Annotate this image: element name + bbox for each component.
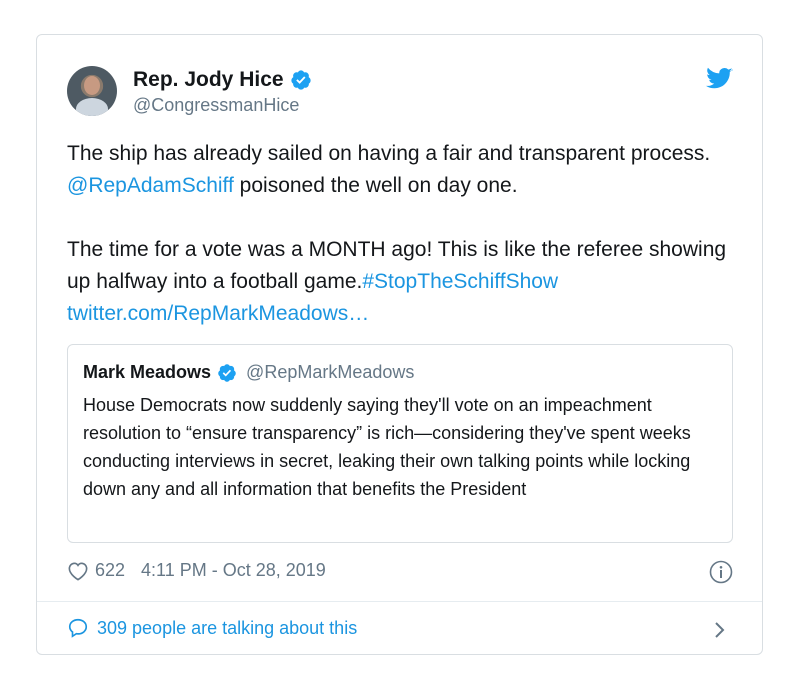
tweet-text-part: The ship has already sailed on having a … (67, 142, 711, 165)
tweet-text: The ship has already sailed on having a … (67, 138, 737, 330)
tweet-embed-card[interactable]: Rep. Jody Hice @CongressmanHice The ship… (36, 34, 763, 655)
heart-icon[interactable] (67, 561, 89, 581)
mention-link[interactable]: @RepAdamSchiff (67, 174, 234, 197)
twitter-bird-icon[interactable] (706, 67, 733, 91)
tweet-text-part: poisoned the well on day one. (233, 174, 518, 197)
chevron-right-icon[interactable] (713, 619, 727, 641)
avatar-head (84, 76, 100, 95)
author-handle[interactable]: @CongressmanHice (133, 95, 299, 116)
author-avatar[interactable] (67, 66, 117, 116)
verified-badge-icon (290, 69, 312, 91)
verified-badge-icon (217, 363, 237, 383)
quoted-author-name[interactable]: Mark Meadows (83, 362, 211, 383)
tweet-timestamp[interactable]: 4:11 PM - Oct 28, 2019 (141, 560, 326, 581)
author-name-row[interactable]: Rep. Jody Hice (133, 68, 312, 92)
hashtag-link[interactable]: #StopTheSchiffShow (362, 270, 558, 293)
quoted-tweet-text: House Democrats now suddenly saying they… (83, 395, 691, 499)
speech-bubble-icon (68, 618, 88, 638)
quoted-author-handle[interactable]: @RepMarkMeadows (246, 362, 414, 383)
conversation-count-text[interactable]: 309 people are talking about this (97, 618, 357, 639)
quoted-tweet[interactable]: Mark Meadows @RepMarkMeadows House Democ… (67, 344, 733, 543)
quoted-tweet-url-link[interactable]: twitter.com/RepMarkMeadows… (67, 302, 369, 325)
footer-divider (37, 601, 762, 602)
author-name[interactable]: Rep. Jody Hice (133, 68, 284, 92)
tweet-paragraph-2: The time for a vote was a MONTH ago! Thi… (67, 234, 737, 330)
conversation-link[interactable]: 309 people are talking about this (67, 617, 357, 639)
tweet-meta: 622 4:11 PM - Oct 28, 2019 (67, 560, 326, 581)
like-count[interactable]: 622 (95, 560, 125, 581)
quoted-tweet-header: Mark Meadows @RepMarkMeadows (83, 362, 414, 383)
info-icon[interactable] (709, 560, 733, 584)
avatar-shirt (76, 98, 108, 116)
tweet-paragraph-1: The ship has already sailed on having a … (67, 138, 737, 202)
